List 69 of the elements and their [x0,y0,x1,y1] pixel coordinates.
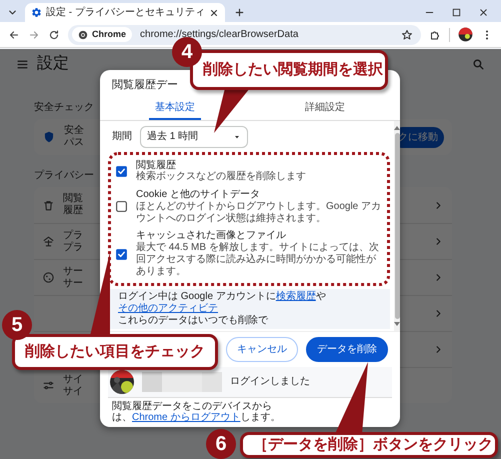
logout-link[interactable]: Chrome からログアウト [132,412,240,424]
notice-text: これらのデータはいつでも削除で [118,314,269,327]
notice-link[interactable]: 検索履歴 [276,290,316,302]
dialog-title: 閲覧履歴デー [112,79,178,91]
step-number: 6 [206,429,236,459]
account-text: ログインしました [230,375,310,390]
row-title: サイ [63,374,83,386]
dialog-tab[interactable]: 基本設定 [149,96,201,120]
callout-pointer [214,88,250,133]
reload-icon[interactable] [48,28,60,40]
page-title: 設定 [37,54,69,74]
checkbox[interactable] [115,200,128,214]
item-description: 検索ボックスなどの履歴を削除します [136,171,306,184]
item-description: 最大で 44.5 MB を解放します。サイトによっては、次回アクセスする際に読み込みに時間がかかる可能性があります。 [136,242,380,278]
section-heading: プライバシー [34,168,94,182]
section-heading: 安全チェック [34,100,94,114]
cancel-button[interactable]: キャンセル [226,336,298,362]
period-label: 期間 [112,130,132,144]
cookie-icon [42,271,55,284]
footer-text: 閲覧履歴データをこのデバイスから [112,400,273,412]
item-title: キャッシュされた画像とファイル [136,230,287,242]
menu-icon[interactable] [16,58,29,70]
browser-tab[interactable]: 設定 - プライバシーとセキュリティ [25,3,225,22]
notice-text: ログイン中は Google アカウントに検索履歴や その他のアクティビテ [118,290,327,314]
avatar-icon[interactable] [458,27,473,42]
row-subtitle: サイ [63,386,83,398]
callout-pointer [335,362,368,434]
row-subtitle: プラ [63,242,83,254]
row-title: 閲覧 [63,193,83,205]
callout-text: 削除したい項目をチェック [12,334,218,370]
new-tab-icon[interactable] [234,7,245,18]
star-icon[interactable] [401,28,413,40]
search-icon[interactable] [472,58,485,70]
sliders-icon [42,379,55,392]
gear-icon [31,7,42,18]
item-title: 閲覧履歴 [136,160,177,170]
site-chip[interactable]: Chrome [72,26,132,42]
tab-title: 設定 - プライバシーとセキュリティ [46,6,205,20]
item-description: ほとんどのサイトからログアウトします。Google アカウントへのログイン状態は維持されます。 [136,200,382,224]
footer-text: は、Chrome からログアウト します。 [112,412,282,424]
checkbox[interactable] [115,248,128,261]
delete-data-button[interactable]: データを削除 [306,336,388,362]
row-title: サー [63,266,83,278]
period-select[interactable]: 過去 1 時間 [140,126,248,148]
row-subtitle: サー [63,278,83,290]
roof-icon [42,235,55,248]
close-icon[interactable] [478,7,489,18]
row-subtitle: 履歴 [63,205,83,217]
maximize-icon[interactable] [451,7,462,18]
scrollbar-thumb[interactable] [394,132,400,319]
circle-logo-icon [78,30,88,40]
puzzle-icon[interactable] [429,28,441,40]
scroll-down-icon[interactable] [394,320,400,327]
trash-icon [42,198,55,212]
row-subtitle: パス [64,137,84,149]
close-icon[interactable] [209,8,219,18]
checkbox[interactable] [115,164,128,178]
dialog-tab[interactable]: 詳細設定 [299,96,351,120]
scroll-up-icon[interactable] [394,124,400,130]
callout-text: ［データを削除］ボタンをクリック [240,432,498,458]
address-bar[interactable]: Chrome chrome://settings/clearBrowserData [68,24,421,44]
shield-icon [42,130,56,144]
item-title: Cookie と他のサイトデータ [136,189,261,201]
notice-link[interactable]: その他のアクティビテ [118,302,218,314]
row-title: プラ [63,230,83,242]
step-number: 5 [2,310,32,340]
forward-icon[interactable] [28,28,40,40]
back-icon[interactable] [8,28,20,40]
row-title: 安全 [64,125,84,137]
